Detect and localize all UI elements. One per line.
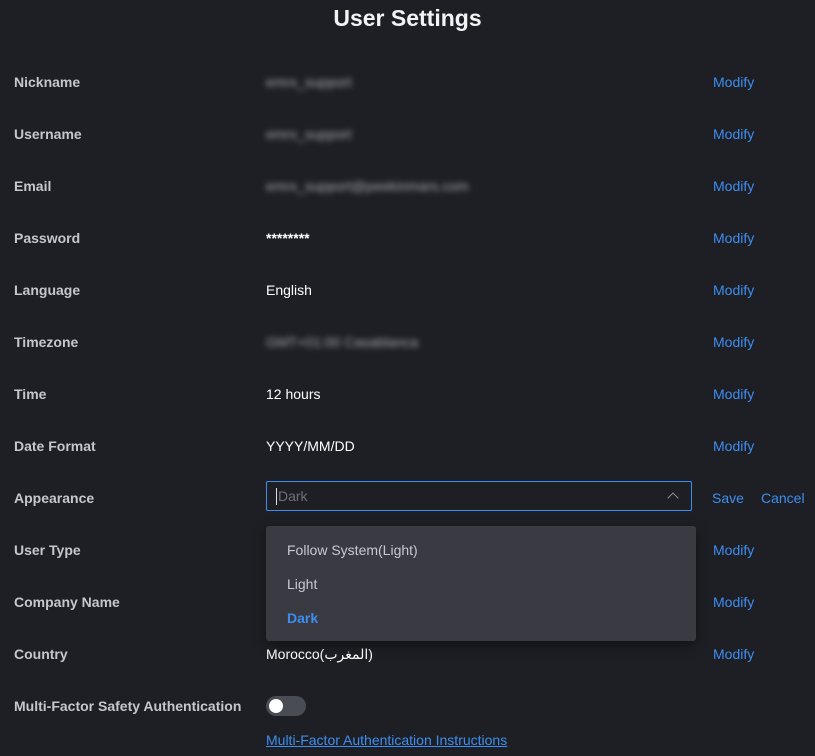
- row-language: Language English Modify: [0, 280, 815, 332]
- row-nickname: Nickname emrx_support Modify: [0, 72, 815, 124]
- modify-timezone-button[interactable]: Modify: [713, 332, 754, 352]
- email-value: emrx_support@peekinmars.com: [266, 178, 469, 194]
- user-type-label: User Type: [14, 542, 81, 558]
- appearance-select-value: Dark: [278, 488, 308, 504]
- modify-time-button[interactable]: Modify: [713, 384, 754, 404]
- text-cursor: [276, 488, 277, 505]
- modify-user-type-button[interactable]: Modify: [713, 540, 754, 560]
- chevron-up-icon[interactable]: [667, 492, 679, 504]
- date-format-label: Date Format: [14, 438, 96, 454]
- row-password: Password ******** Modify: [0, 228, 815, 280]
- row-email: Email emrx_support@peekinmars.com Modify: [0, 176, 815, 228]
- modify-date-format-button[interactable]: Modify: [713, 436, 754, 456]
- time-label: Time: [14, 386, 47, 402]
- dropdown-option-dark[interactable]: Dark: [287, 608, 318, 628]
- toggle-knob: [269, 699, 283, 713]
- date-format-value: YYYY/MM/DD: [266, 438, 355, 454]
- dropdown-option-follow-system[interactable]: Follow System(Light): [287, 540, 418, 560]
- modify-email-button[interactable]: Modify: [713, 176, 754, 196]
- modify-language-button[interactable]: Modify: [713, 280, 754, 300]
- save-appearance-button[interactable]: Save: [712, 488, 744, 508]
- username-label: Username: [14, 126, 82, 142]
- dropdown-option-light[interactable]: Light: [287, 574, 317, 594]
- language-label: Language: [14, 282, 81, 298]
- mfa-toggle[interactable]: [266, 696, 306, 716]
- country-label: Country: [14, 646, 68, 662]
- row-time: Time 12 hours Modify: [0, 384, 815, 436]
- company-name-label: Company Name: [14, 594, 120, 610]
- country-value: Morocco(المغرب): [266, 646, 373, 662]
- timezone-label: Timezone: [14, 334, 79, 350]
- nickname-label: Nickname: [14, 74, 81, 90]
- modify-country-button[interactable]: Modify: [713, 644, 754, 664]
- modify-username-button[interactable]: Modify: [713, 124, 754, 144]
- appearance-label: Appearance: [14, 490, 95, 506]
- email-label: Email: [14, 178, 52, 194]
- username-value: emrx_support: [266, 126, 352, 142]
- password-value: ********: [266, 230, 310, 246]
- appearance-dropdown-menu: Follow System(Light) Light Dark: [266, 526, 696, 641]
- language-value: English: [266, 282, 312, 298]
- user-settings-page: User Settings Nickname emrx_support Modi…: [0, 0, 815, 756]
- time-value: 12 hours: [266, 386, 321, 402]
- row-timezone: Timezone GMT+01:00 Casablanca Modify: [0, 332, 815, 384]
- cancel-appearance-button[interactable]: Cancel: [761, 488, 805, 508]
- modify-nickname-button[interactable]: Modify: [713, 72, 754, 92]
- mfa-instructions-link[interactable]: Multi-Factor Authentication Instructions: [266, 730, 507, 750]
- row-username: Username emrx_support Modify: [0, 124, 815, 176]
- modify-company-name-button[interactable]: Modify: [713, 592, 754, 612]
- password-label: Password: [14, 230, 81, 246]
- modify-password-button[interactable]: Modify: [713, 228, 754, 248]
- nickname-value: emrx_support: [266, 74, 352, 90]
- mfa-label: Multi-Factor Safety Authentication: [14, 698, 242, 714]
- appearance-select[interactable]: Dark: [266, 481, 692, 511]
- page-title: User Settings: [333, 5, 482, 31]
- row-country: Country Morocco(المغرب) Modify: [0, 644, 815, 696]
- timezone-value: GMT+01:00 Casablanca: [266, 334, 419, 350]
